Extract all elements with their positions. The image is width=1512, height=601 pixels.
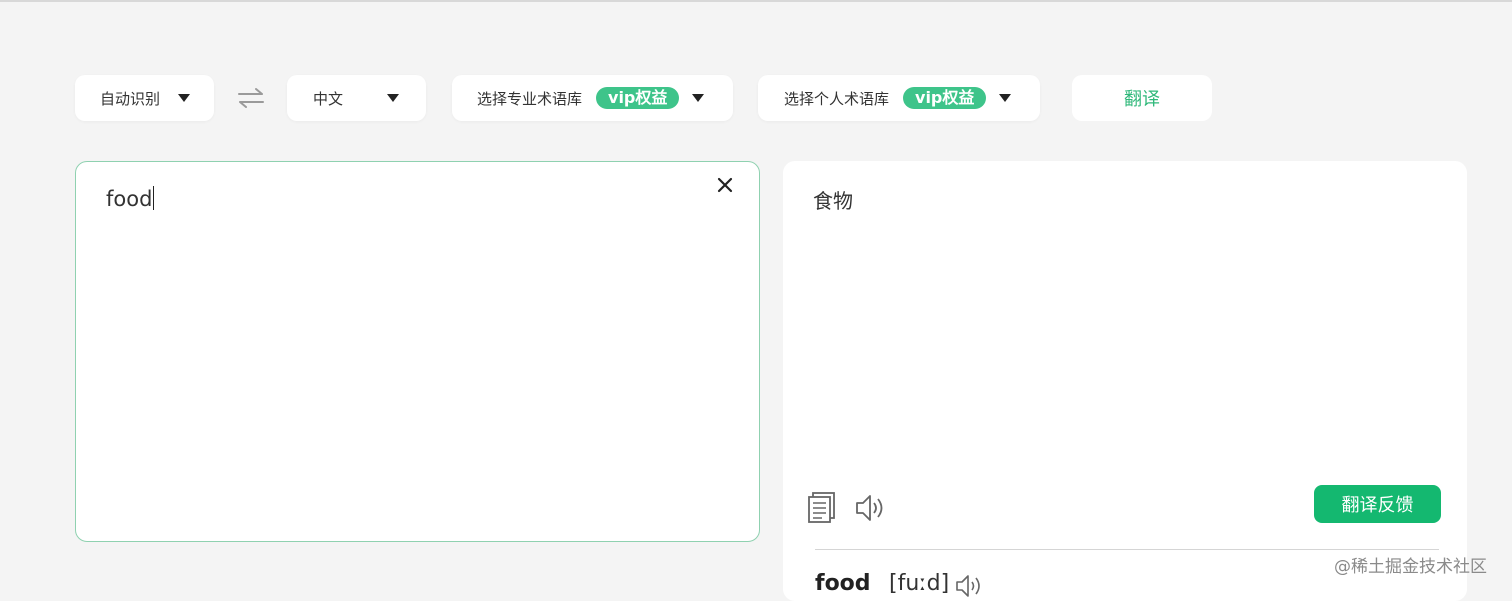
translation-feedback-button[interactable]: 翻译反馈 xyxy=(1314,485,1441,523)
close-icon[interactable] xyxy=(716,176,734,194)
term-library-label: 选择专业术语库 xyxy=(477,89,583,108)
speaker-icon[interactable] xyxy=(955,573,983,599)
vip-badge: vip权益 xyxy=(903,87,987,109)
dictionary-phonetic: [fuːd] xyxy=(889,571,950,596)
term-library-select[interactable]: 选择专业术语库 vip权益 xyxy=(452,75,733,121)
watermark: @稀土掘金技术社区 xyxy=(1334,557,1487,577)
target-language-select[interactable]: 中文 xyxy=(287,75,426,121)
source-language-label: 自动识别 xyxy=(100,89,161,108)
chevron-down-icon xyxy=(692,94,705,102)
toolbar: 自动识别 中文 选择专业术语库 vip权益 选择个人术语库 vip权益 翻译 xyxy=(0,0,1512,140)
chevron-down-icon xyxy=(178,94,191,102)
translate-button[interactable]: 翻译 xyxy=(1072,75,1212,121)
source-text-area[interactable]: food xyxy=(106,186,155,211)
text-cursor xyxy=(153,186,155,210)
chevron-down-icon xyxy=(387,94,400,102)
source-language-select[interactable]: 自动识别 xyxy=(75,75,214,121)
speaker-icon[interactable] xyxy=(854,493,886,523)
result-panel: 食物 翻译反馈 food [fuːd] xyxy=(783,161,1467,601)
result-text: 食物 xyxy=(813,189,853,213)
copy-icon[interactable] xyxy=(807,491,837,523)
source-text: food xyxy=(106,187,153,211)
target-language-label: 中文 xyxy=(313,89,344,108)
personal-library-label: 选择个人术语库 xyxy=(784,89,890,108)
dictionary-word: food xyxy=(815,571,871,596)
chevron-down-icon xyxy=(999,94,1012,102)
result-divider xyxy=(815,549,1439,550)
source-input-panel[interactable]: food xyxy=(75,161,760,542)
vip-badge: vip权益 xyxy=(596,87,680,109)
personal-library-select[interactable]: 选择个人术语库 vip权益 xyxy=(758,75,1040,121)
swap-arrows-icon[interactable] xyxy=(236,86,266,110)
